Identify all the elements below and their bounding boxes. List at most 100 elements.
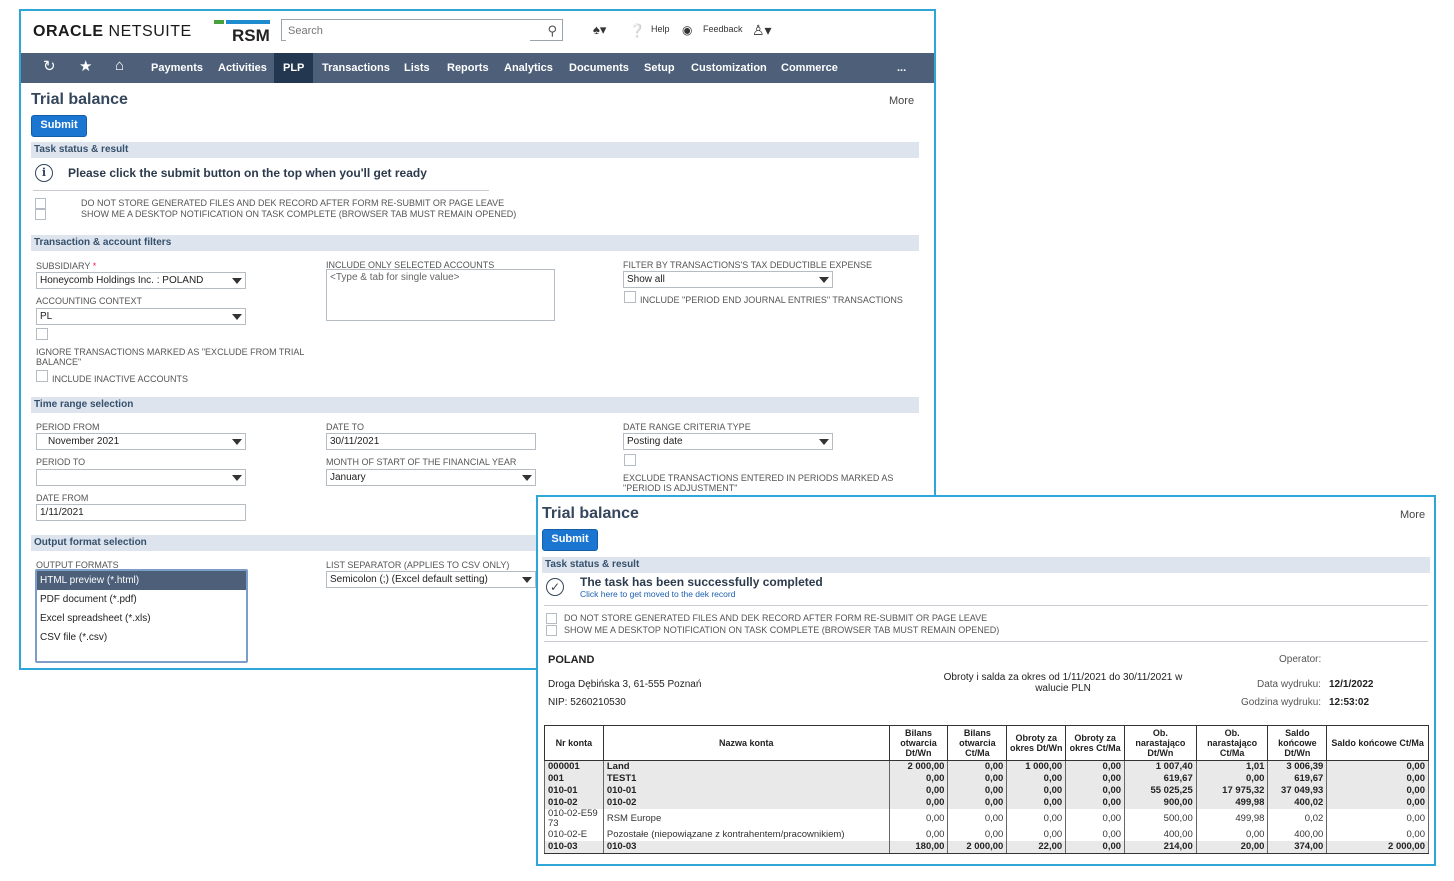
month-start-label: MONTH OF START OF THE FINANCIAL YEAR xyxy=(326,457,517,467)
notify-label: SHOW ME A DESKTOP NOTIFICATION ON TASK C… xyxy=(81,209,517,219)
print-date-value: 12/1/2022 xyxy=(1329,679,1374,690)
cell-amount: 2 000,00 xyxy=(888,760,949,773)
cell-account-name: 010-01 xyxy=(602,785,890,797)
cell-amount: 900,00 xyxy=(1124,797,1197,809)
table-row: 000001 Land 2 000,00 0,00 1 000,00 0,00 1 007,… xyxy=(544,760,1429,773)
trial-balance-table: Nr konta Nazwa konta Bilans otwarcia Dt/… xyxy=(544,725,1429,854)
more-menu[interactable]: More xyxy=(889,95,914,107)
output-formats-listbox[interactable]: HTML preview (*.html) PDF document (*.pd… xyxy=(35,569,248,663)
nav-documents[interactable]: Documents xyxy=(569,53,629,83)
recent-icon[interactable]: ↻ xyxy=(43,57,56,75)
help-icon[interactable]: ❔ xyxy=(629,23,645,39)
chevron-down-icon xyxy=(232,278,242,284)
chevron-down-icon xyxy=(232,439,242,445)
cell-amount: 0,00 xyxy=(1006,809,1067,829)
cell-account-number: 010-02-E xyxy=(544,829,604,841)
month-start-value: January xyxy=(330,472,366,483)
cell-amount: 0,00 xyxy=(1326,829,1429,841)
cell-amount: 0,00 xyxy=(1065,841,1126,854)
cell-amount: 55 025,25 xyxy=(1124,785,1197,797)
date-criteria-select[interactable]: Posting date xyxy=(623,433,833,450)
result-more-menu[interactable]: More xyxy=(1400,509,1425,521)
result-no-store-checkbox[interactable] xyxy=(546,613,557,624)
nav-payments[interactable]: Payments xyxy=(151,53,203,83)
accounting-context-select[interactable]: PL xyxy=(36,308,246,325)
accounting-context-label: ACCOUNTING CONTEXT xyxy=(36,296,143,306)
include-selected-accounts-input[interactable]: <Type & tab for single value> xyxy=(326,269,555,321)
period-to-select[interactable] xyxy=(36,469,246,486)
divider xyxy=(544,605,1428,606)
recent-records-icon[interactable]: ♠▾ xyxy=(593,22,606,38)
dek-record-link[interactable]: Click here to get moved to the dek recor… xyxy=(580,589,735,599)
info-icon: i xyxy=(35,164,53,182)
global-search-box[interactable]: ⚲ xyxy=(281,19,563,41)
list-separator-value: Semicolon (;) (Excel default setting) xyxy=(330,574,488,585)
month-start-select[interactable]: January xyxy=(326,469,536,486)
nav-lists[interactable]: Lists xyxy=(404,53,430,83)
date-to-input[interactable]: 30/11/2021 xyxy=(326,433,536,450)
date-from-input[interactable]: 1/11/2021 xyxy=(36,504,246,521)
list-separator-label: LIST SEPARATOR (APPLIES TO CSV ONLY) xyxy=(326,560,510,570)
nav-reports[interactable]: Reports xyxy=(447,53,489,83)
nav-commerce[interactable]: Commerce xyxy=(781,53,838,83)
help-link[interactable]: Help xyxy=(651,24,670,34)
submit-button[interactable]: Submit xyxy=(31,115,87,137)
subsidiary-label: SUBSIDIARY * xyxy=(36,261,97,271)
subsidiary-select[interactable]: Honeycomb Holdings Inc. : POLAND xyxy=(36,272,246,289)
chevron-down-icon xyxy=(232,314,242,320)
nav-plp[interactable]: PLP xyxy=(274,53,314,83)
period-to-label: PERIOD TO xyxy=(36,457,86,467)
output-format-csv[interactable]: CSV file (*.csv) xyxy=(37,628,246,647)
cell-amount: 0,00 xyxy=(947,760,1008,773)
search-input[interactable] xyxy=(286,21,530,41)
col-closing-dt: Saldo końcowe Dt/Wn xyxy=(1267,725,1328,761)
table-header-row: Nr konta Nazwa konta Bilans otwarcia Dt/… xyxy=(544,725,1429,761)
exclude-adjustment-checkbox[interactable] xyxy=(624,454,636,466)
user-role-icon[interactable]: ♙▾ xyxy=(752,22,772,39)
nav-more[interactable]: ... xyxy=(897,53,906,83)
task-message: Please click the submit button on the to… xyxy=(68,166,427,180)
chevron-down-icon xyxy=(819,277,829,283)
nav-setup[interactable]: Setup xyxy=(644,53,675,83)
result-notify-checkbox[interactable] xyxy=(546,625,557,636)
feedback-icon[interactable]: ◉ xyxy=(682,23,692,37)
result-no-store-label: DO NOT STORE GENERATED FILES AND DEK REC… xyxy=(564,613,988,623)
output-format-pdf[interactable]: PDF document (*.pdf) xyxy=(37,590,246,609)
cell-amount: 0,00 xyxy=(1006,785,1067,797)
exclude-adjustment-label: EXCLUDE TRANSACTIONS ENTERED IN PERIODS … xyxy=(623,473,894,493)
cell-account-number: 010-01 xyxy=(544,785,604,797)
output-format-xls[interactable]: Excel spreadsheet (*.xls) xyxy=(37,609,246,628)
cell-amount: 22,00 xyxy=(1006,841,1067,854)
favorites-star-icon[interactable]: ★ xyxy=(79,57,92,75)
include-inactive-checkbox[interactable] xyxy=(36,370,48,382)
no-store-checkbox[interactable] xyxy=(35,198,46,209)
ignore-excluded-checkbox[interactable] xyxy=(36,328,48,340)
feedback-link[interactable]: Feedback xyxy=(703,24,743,34)
notify-checkbox[interactable] xyxy=(35,209,46,220)
result-submit-button[interactable]: Submit xyxy=(542,529,598,551)
output-format-html[interactable]: HTML preview (*.html) xyxy=(37,571,246,590)
trial-balance-body: 000001 Land 2 000,00 0,00 1 000,00 0,00 1 007,… xyxy=(544,760,1429,854)
home-icon[interactable]: ⌂ xyxy=(115,57,124,74)
cell-amount: 0,00 xyxy=(888,829,949,841)
nav-activities[interactable]: Activities xyxy=(218,53,267,83)
list-separator-select[interactable]: Semicolon (;) (Excel default setting) xyxy=(326,571,536,588)
col-opening-dt: Bilans otwarcia Dt/Wn xyxy=(888,725,949,761)
oracle-netsuite-logo[interactable]: ORACLE NETSUITE xyxy=(33,23,192,41)
nav-transactions[interactable]: Transactions xyxy=(322,53,390,83)
nav-analytics[interactable]: Analytics xyxy=(504,53,553,83)
success-message: The task has been successfully completed xyxy=(580,575,823,589)
cell-amount: 0,00 xyxy=(1065,797,1126,809)
logo-netsuite-text: NETSUITE xyxy=(108,23,192,40)
include-period-end-checkbox[interactable] xyxy=(624,291,636,303)
cell-amount: 3 006,39 xyxy=(1267,760,1328,773)
search-icon[interactable]: ⚲ xyxy=(547,23,557,39)
nav-customization[interactable]: Customization xyxy=(691,53,767,83)
table-row: 010-03 010-03 180,00 2 000,00 22,00 0,00 214,0… xyxy=(544,841,1429,854)
cell-amount: 500,00 xyxy=(1124,809,1197,829)
print-time-label: Godzina wydruku: xyxy=(1241,697,1322,708)
period-from-select[interactable]: November 2021 xyxy=(36,433,246,450)
filter-tax-select[interactable]: Show all xyxy=(623,271,833,288)
period-from-label: PERIOD FROM xyxy=(36,422,100,432)
cell-account-name: 010-02 xyxy=(602,797,890,809)
